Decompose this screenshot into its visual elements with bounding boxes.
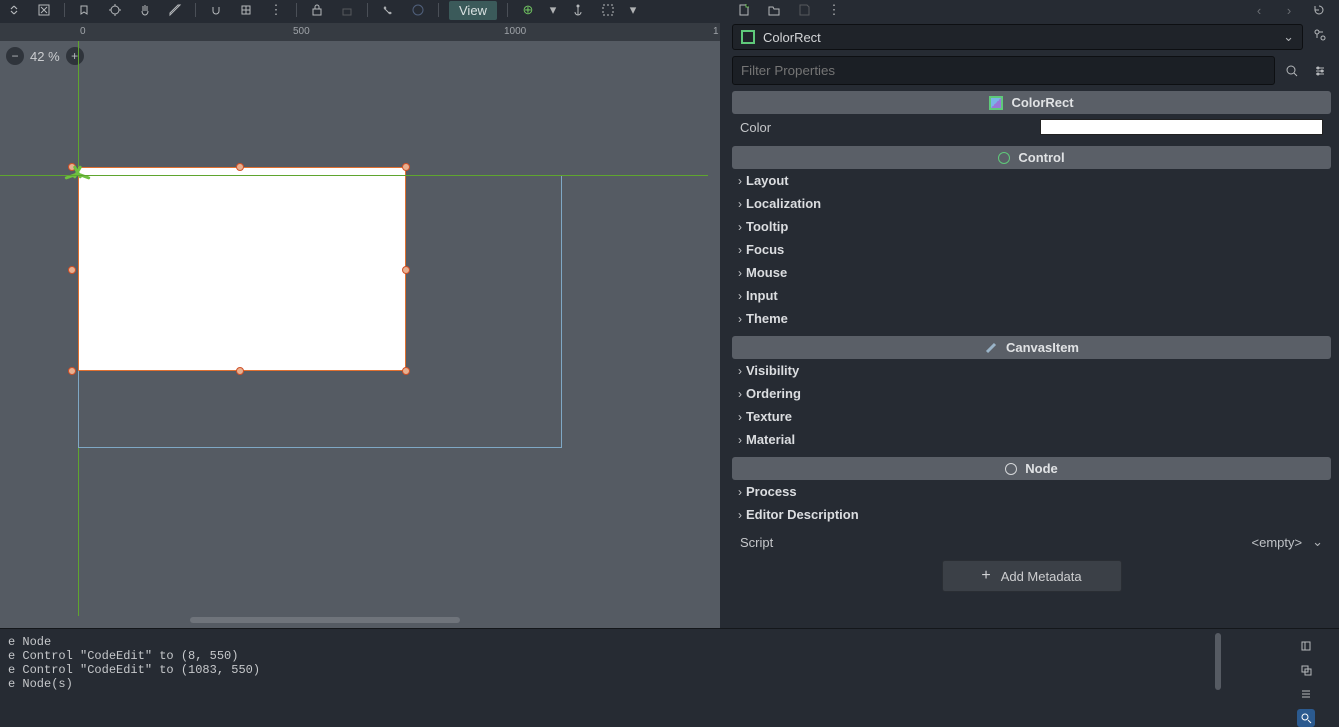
canvas-toolbar: ⋮ View ⊕ ▾ ▾	[0, 0, 720, 20]
bone-icon[interactable]	[378, 2, 398, 18]
handle-tc[interactable]	[236, 163, 244, 171]
anchor-icon[interactable]	[568, 2, 588, 18]
node-select[interactable]: ColorRect ⌄	[732, 24, 1303, 50]
color-swatch[interactable]	[1040, 119, 1323, 135]
toolbar-icon-1[interactable]	[4, 2, 24, 18]
history-next-icon[interactable]: ›	[1279, 2, 1299, 18]
handle-ml[interactable]	[68, 266, 76, 274]
chevron-down-icon: ⌄	[1312, 534, 1323, 550]
output-log[interactable]: e Node e Control "CodeEdit" to (8, 550) …	[0, 629, 1291, 694]
filter-settings-icon[interactable]	[1309, 60, 1331, 82]
colorrect-icon	[741, 30, 755, 44]
toolbar-icon-3[interactable]	[75, 2, 95, 18]
zoom-in-button[interactable]: +	[66, 47, 84, 65]
chevron-down-icon-2[interactable]: ▾	[628, 2, 638, 18]
fold-texture[interactable]: ›Texture	[732, 405, 1331, 428]
lock-icon[interactable]	[307, 2, 327, 18]
zoom-controls: − 42 % +	[6, 47, 84, 65]
scrollbar-horizontal[interactable]	[0, 616, 708, 624]
output-scrollbar[interactable]	[1215, 633, 1221, 690]
add-icon[interactable]: ⊕	[518, 2, 538, 18]
fold-material[interactable]: ›Material	[732, 428, 1331, 451]
canvas-viewport[interactable]: 0 500 1000 1 − 42 % +	[0, 23, 720, 628]
container-icon[interactable]	[598, 2, 618, 18]
fold-input[interactable]: ›Input	[732, 284, 1331, 307]
fold-mouse[interactable]: ›Mouse	[732, 261, 1331, 284]
save-icon[interactable]	[794, 2, 814, 18]
output-tool-icon-3[interactable]	[1297, 685, 1315, 703]
output-panel: e Node e Control "CodeEdit" to (8, 550) …	[0, 628, 1339, 694]
more-icon-1[interactable]: ⋮	[266, 2, 286, 18]
output-search-icon[interactable]	[1297, 709, 1315, 727]
fold-visibility[interactable]: ›Visibility	[732, 359, 1331, 382]
colorrect-node[interactable]	[78, 167, 406, 371]
snap-icon-2[interactable]	[236, 2, 256, 18]
handle-mr[interactable]	[402, 266, 410, 274]
zoom-out-button[interactable]: −	[6, 47, 24, 65]
guide-horizontal-green	[0, 175, 708, 176]
more-icon-2[interactable]: ⋮	[824, 2, 844, 18]
ruler-horizontal: 0 500 1000 1	[0, 23, 720, 41]
property-script[interactable]: Script <empty> ⌄	[732, 526, 1331, 554]
history-prev-icon[interactable]: ‹	[1249, 2, 1269, 18]
colorrect-class-icon	[989, 96, 1003, 110]
chevron-down-icon: ⌄	[1283, 29, 1294, 45]
fold-layout[interactable]: ›Layout	[732, 169, 1331, 192]
fold-tooltip[interactable]: ›Tooltip	[732, 215, 1331, 238]
fold-theme[interactable]: ›Theme	[732, 307, 1331, 330]
view-button[interactable]: View	[449, 1, 497, 20]
class-header-canvasitem[interactable]: CanvasItem	[732, 336, 1331, 359]
new-resource-icon[interactable]	[734, 2, 754, 18]
class-header-colorrect[interactable]: ColorRect	[732, 91, 1331, 114]
handle-bl[interactable]	[68, 367, 76, 375]
node-class-icon	[1005, 463, 1017, 475]
pan-icon[interactable]	[135, 2, 155, 18]
class-header-control[interactable]: Control	[732, 146, 1331, 169]
chevron-down-icon[interactable]: ▾	[548, 2, 558, 18]
fold-ordering[interactable]: ›Ordering	[732, 382, 1331, 405]
filter-properties-input[interactable]	[732, 56, 1275, 85]
bone-icon-2[interactable]	[408, 2, 428, 18]
add-metadata-button[interactable]: + Add Metadata	[942, 560, 1122, 592]
handle-bc[interactable]	[236, 367, 244, 375]
canvasitem-class-icon	[984, 341, 998, 355]
control-class-icon	[998, 152, 1010, 164]
toolbar-icon-4[interactable]	[105, 2, 125, 18]
toolbar-icon-2[interactable]	[34, 2, 54, 18]
handle-tr[interactable]	[402, 163, 410, 171]
fold-editor-description[interactable]: ›Editor Description	[732, 503, 1331, 526]
fold-focus[interactable]: ›Focus	[732, 238, 1331, 261]
load-resource-icon[interactable]	[764, 2, 784, 18]
property-color[interactable]: Color	[732, 114, 1331, 140]
history-icon[interactable]	[1309, 2, 1329, 18]
handle-br[interactable]	[402, 367, 410, 375]
unlock-icon[interactable]	[337, 2, 357, 18]
output-copy-icon[interactable]	[1297, 661, 1315, 679]
inspector-toolbar: ⋮ ‹ ›	[732, 0, 1331, 20]
class-header-node[interactable]: Node	[732, 457, 1331, 480]
ruler-icon[interactable]	[165, 2, 185, 18]
output-tool-icon-1[interactable]	[1297, 637, 1315, 655]
fold-localization[interactable]: ›Localization	[732, 192, 1331, 215]
plus-icon: +	[981, 567, 990, 585]
search-icon[interactable]	[1281, 60, 1303, 82]
snap-icon-1[interactable]	[206, 2, 226, 18]
zoom-level[interactable]: 42 %	[30, 49, 60, 64]
manage-object-icon[interactable]	[1309, 24, 1331, 46]
fold-process[interactable]: ›Process	[732, 480, 1331, 503]
